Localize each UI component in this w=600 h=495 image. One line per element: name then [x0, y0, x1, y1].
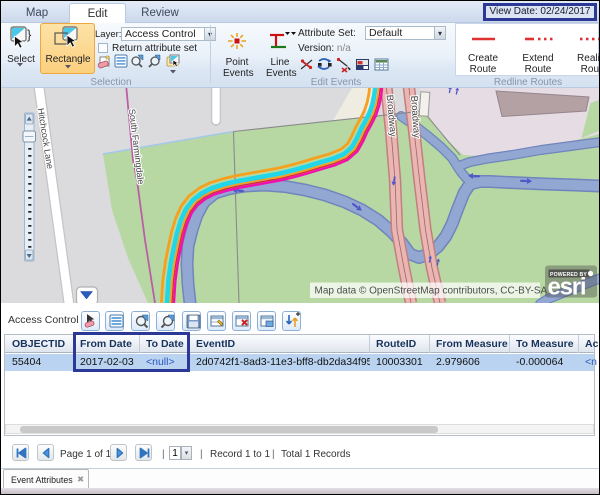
- svg-text:Map data © OpenStreetMap contr: Map data © OpenStreetMap contributors, C…: [315, 286, 548, 297]
- svg-text:esri: esri: [548, 274, 586, 301]
- svg-text:}: }: [27, 27, 32, 42]
